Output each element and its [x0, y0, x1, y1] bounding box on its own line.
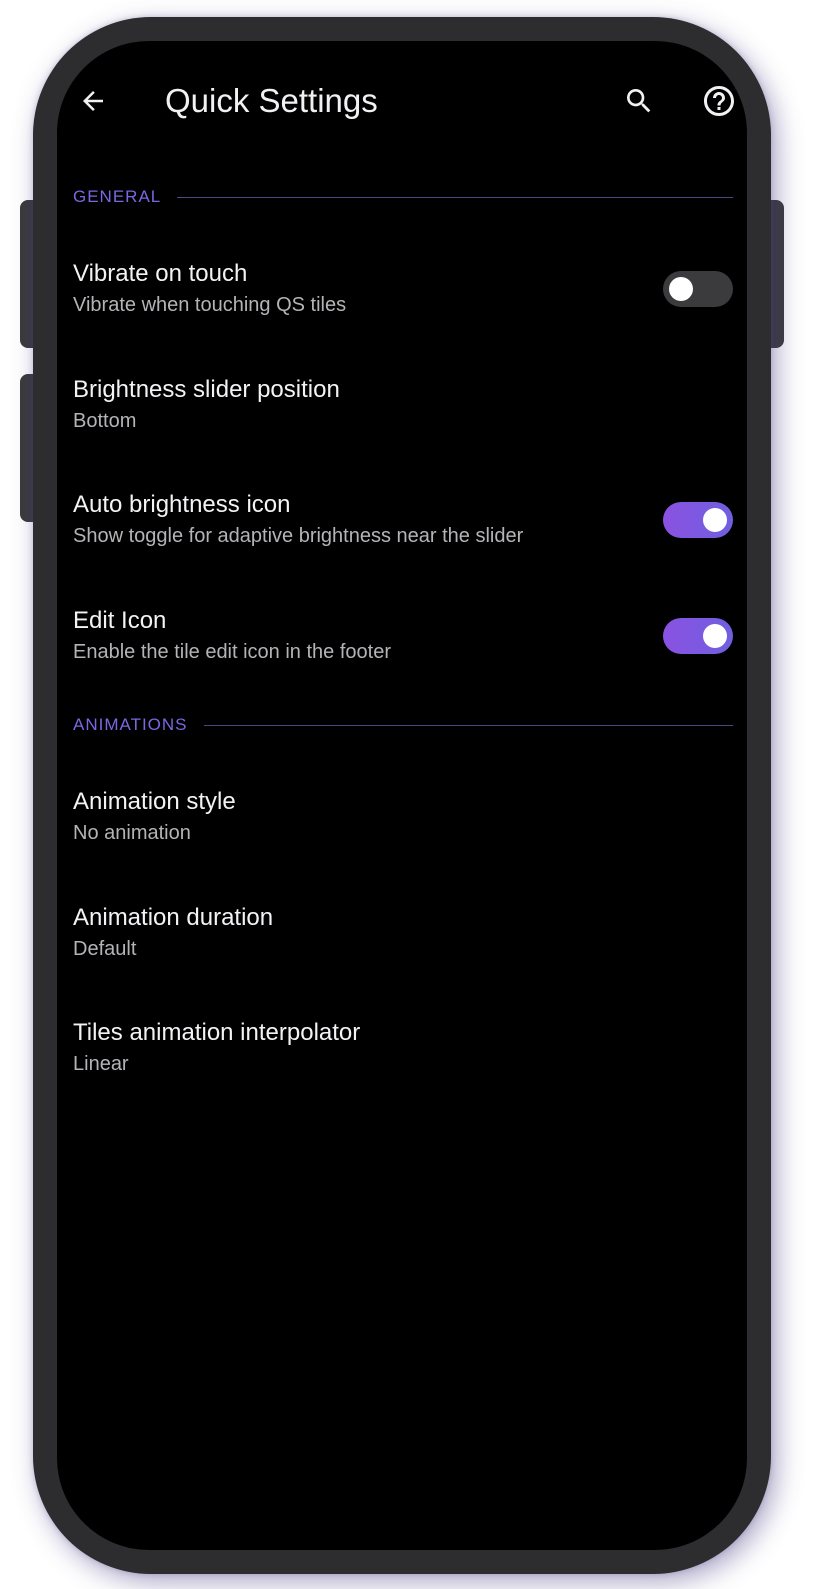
device-mockup: Quick Settings GENERAL Vibrate on touch …	[0, 0, 817, 1589]
pref-brightness-slider-position[interactable]: Brightness slider position Bottom	[57, 375, 747, 475]
help-button[interactable]	[697, 79, 741, 123]
back-button[interactable]	[71, 79, 115, 123]
pref-summary: Bottom	[73, 410, 137, 432]
pref-summary: Linear	[73, 1053, 129, 1075]
vibrate-toggle[interactable]	[663, 271, 733, 307]
top-app-bar: Quick Settings	[57, 41, 747, 161]
pref-animation-style[interactable]: Animation style No animation	[57, 787, 747, 887]
pref-auto-brightness-icon[interactable]: Auto brightness icon Show toggle for ada…	[57, 490, 747, 590]
pref-summary: Vibrate when touching QS tiles	[73, 294, 347, 316]
section-label: GENERAL	[73, 187, 162, 206]
section-header-animations: ANIMATIONS	[73, 713, 733, 737]
pref-summary: No animation	[73, 822, 191, 844]
pref-title: Brightness slider position	[73, 376, 340, 403]
pref-summary: Enable the tile edit icon in the footer	[73, 641, 391, 663]
arrow-back-icon	[83, 91, 103, 111]
pref-title: Vibrate on touch	[73, 260, 248, 287]
pref-title: Animation style	[73, 788, 236, 815]
edit-icon-toggle[interactable]	[663, 618, 733, 654]
toggle-knob	[703, 624, 727, 648]
pref-title: Auto brightness icon	[73, 491, 291, 518]
pref-animation-duration[interactable]: Animation duration Default	[57, 903, 747, 1003]
pref-edit-icon[interactable]: Edit Icon Enable the tile edit icon in t…	[57, 606, 747, 706]
pref-tiles-animation-interpolator[interactable]: Tiles animation interpolator Linear	[57, 1018, 747, 1118]
screen: Quick Settings GENERAL Vibrate on touch …	[57, 41, 747, 1550]
section-divider	[203, 724, 733, 726]
search-button[interactable]	[617, 79, 661, 123]
phone-frame: Quick Settings GENERAL Vibrate on touch …	[33, 17, 771, 1574]
help-circle-icon	[704, 86, 734, 116]
search-icon	[627, 89, 651, 113]
auto-brightness-toggle[interactable]	[663, 502, 733, 538]
pref-title: Animation duration	[73, 904, 274, 931]
pref-vibrate-on-touch[interactable]: Vibrate on touch Vibrate when touching Q…	[57, 259, 747, 359]
section-divider	[177, 196, 733, 198]
section-header-general: GENERAL	[73, 185, 733, 209]
pref-title: Tiles animation interpolator	[73, 1019, 361, 1046]
pref-summary: Default	[73, 938, 137, 960]
section-label: ANIMATIONS	[73, 715, 188, 734]
toggle-knob	[669, 277, 693, 301]
pref-summary: Show toggle for adaptive brightness near…	[73, 525, 524, 547]
toggle-knob	[703, 508, 727, 532]
page-title: Quick Settings	[165, 82, 378, 119]
pref-title: Edit Icon	[73, 607, 167, 634]
